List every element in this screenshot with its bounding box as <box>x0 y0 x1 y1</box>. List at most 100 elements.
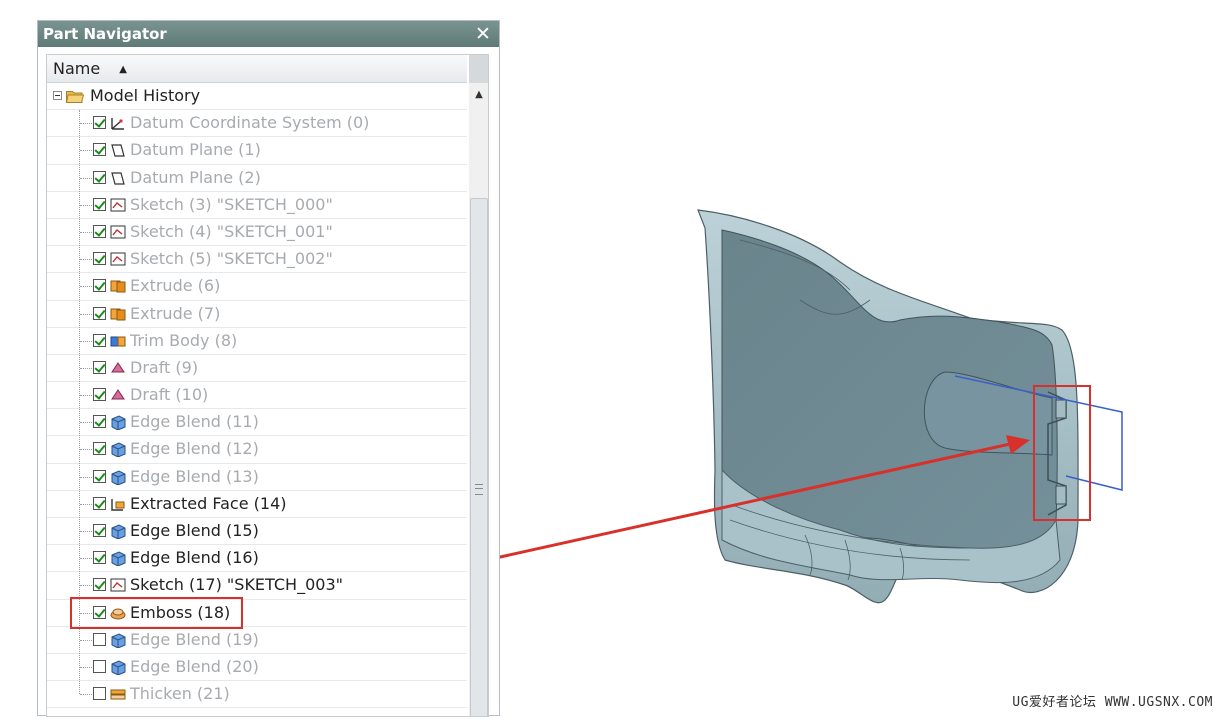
checkbox-checked-icon[interactable] <box>93 388 106 402</box>
tree-connector-line <box>80 340 94 342</box>
emboss-highlight-box <box>70 597 243 629</box>
tree-node-label: Extrude (7) <box>130 303 221 323</box>
tree-node-feature[interactable]: Extrude (7) <box>47 301 467 328</box>
edge-blend-icon <box>111 415 126 431</box>
tree-node-feature[interactable]: Edge Blend (16) <box>47 545 467 573</box>
watermark-text: UG爱好者论坛 WWW.UGSNX.COM <box>1012 695 1213 710</box>
checkbox-checked-icon[interactable] <box>93 469 106 483</box>
grip-icon <box>475 484 483 495</box>
tree-node-label: Edge Blend (13) <box>130 466 259 486</box>
tree-connector-line <box>80 313 94 315</box>
scrollbar-header-cap <box>469 55 488 83</box>
tree-node-label: Extracted Face (14) <box>130 493 287 513</box>
collapse-icon[interactable] <box>53 91 62 100</box>
emboss-notch-bottom <box>1055 485 1067 505</box>
checkbox-checked-icon[interactable] <box>93 197 106 211</box>
checkbox-checked-icon[interactable] <box>93 496 106 510</box>
edge-blend-icon <box>111 470 126 485</box>
tree-node-feature[interactable]: Datum Coordinate System (0) <box>47 110 467 138</box>
panel-title-bar[interactable]: Part Navigator ✕ <box>38 21 499 47</box>
tree-node-model-history[interactable]: Model History <box>47 83 467 111</box>
tree-node-label: Sketch (3) "SKETCH_000" <box>130 194 333 214</box>
tree-node-feature[interactable]: Edge Blend (13) <box>47 464 467 491</box>
checkbox-checked-icon[interactable] <box>93 551 106 565</box>
edge-blend-icon <box>111 633 126 648</box>
datum-plane-icon <box>111 171 125 185</box>
tree-connector-line <box>80 204 94 206</box>
tree-node-label: Edge Blend (20) <box>130 656 259 676</box>
column-header-name[interactable]: Name ▲ <box>47 55 467 83</box>
tree-connector-line <box>80 286 94 288</box>
scrollbar-thumb[interactable] <box>470 198 488 716</box>
checkbox-checked-icon[interactable] <box>93 279 106 293</box>
tree-node-label: Edge Blend (15) <box>130 521 259 540</box>
tree-node-feature[interactable]: Draft (9) <box>47 355 467 383</box>
model-render[interactable] <box>242 0 1221 716</box>
tree-node-feature[interactable]: Edge Blend (20) <box>47 654 467 682</box>
checkbox-checked-icon[interactable] <box>93 116 106 130</box>
checkbox-checked-icon[interactable] <box>93 224 106 238</box>
tree-node-label: Edge Blend (12) <box>130 439 259 459</box>
tree-connector-line <box>80 259 94 261</box>
sketch-icon <box>110 225 126 239</box>
tree-connector-line <box>80 395 94 397</box>
extrude-icon <box>110 308 126 320</box>
tree-node-label: Draft (10) <box>130 385 209 405</box>
sort-ascending-icon[interactable]: ▲ <box>119 64 127 75</box>
datum-plane-icon <box>111 144 125 157</box>
checkbox-checked-icon[interactable] <box>93 333 106 347</box>
checkbox-checked-icon[interactable] <box>93 442 106 456</box>
tree-node-feature[interactable]: Sketch (4) "SKETCH_001" <box>47 219 467 247</box>
tree-node-label: Model History <box>90 86 201 105</box>
checkbox-checked-icon[interactable] <box>93 143 106 157</box>
checkbox-unchecked-icon[interactable] <box>93 687 106 701</box>
draft-icon <box>111 389 125 400</box>
tree-connector-line <box>80 123 94 125</box>
tree-node-feature[interactable]: Draft (10) <box>47 382 467 410</box>
checkbox-checked-icon[interactable] <box>93 415 106 429</box>
tree-node-feature[interactable]: Datum Plane (2) <box>47 165 467 192</box>
checkbox-unchecked-icon[interactable] <box>93 659 106 673</box>
tree-node-feature[interactable]: Edge Blend (19) <box>47 627 467 654</box>
graphics-viewport[interactable]: UG爱好者论坛 WWW.UGSNX.COM <box>242 0 1221 716</box>
tree-connector-line <box>80 367 94 369</box>
scroll-up-icon[interactable]: ▲ <box>469 85 488 105</box>
tree-connector-line <box>80 150 94 152</box>
draft-icon <box>111 361 125 373</box>
checkbox-checked-icon[interactable] <box>93 360 106 374</box>
sketch-icon <box>110 252 126 266</box>
tree-connector-line <box>80 666 94 668</box>
vertical-scrollbar[interactable]: ▲ <box>469 55 488 716</box>
tree-node-feature[interactable]: Edge Blend (12) <box>47 436 467 464</box>
tree-connector-line <box>80 449 94 451</box>
checkbox-checked-icon[interactable] <box>93 578 106 592</box>
tree-node-feature[interactable]: Sketch (3) "SKETCH_000" <box>47 192 467 219</box>
tree-connector-line <box>80 558 94 560</box>
edge-blend-icon <box>111 551 126 567</box>
tree-connector-line <box>80 503 94 505</box>
datum-csys-icon <box>111 118 124 130</box>
checkbox-unchecked-icon[interactable] <box>93 632 106 646</box>
panel-title: Part Navigator <box>43 25 167 43</box>
tree-node-feature[interactable]: Sketch (17) "SKETCH_003" <box>47 572 467 600</box>
tree-node-label: Extrude (6) <box>130 276 221 296</box>
tree-node-feature[interactable]: Edge Blend (15) <box>47 518 467 546</box>
tree-node-feature[interactable]: Extracted Face (14) <box>47 491 467 518</box>
close-icon[interactable]: ✕ <box>473 21 493 47</box>
tree-node-feature[interactable]: Sketch (5) "SKETCH_002" <box>47 246 467 274</box>
tree-node-feature[interactable]: Thicken (21) <box>47 681 467 709</box>
tree-node-feature[interactable]: Datum Plane (1) <box>47 137 467 165</box>
checkbox-checked-icon[interactable] <box>93 252 106 266</box>
tree-node-label: Trim Body (8) <box>130 330 238 350</box>
tree-connector-line <box>80 231 94 233</box>
tree-connector-line <box>80 177 94 179</box>
checkbox-checked-icon[interactable] <box>93 306 106 320</box>
checkbox-checked-icon[interactable] <box>93 170 106 184</box>
tree-node-feature[interactable]: Extrude (6) <box>47 273 467 301</box>
checkbox-checked-icon[interactable] <box>93 524 106 537</box>
tree-node-label: Sketch (17) "SKETCH_003" <box>130 575 343 595</box>
tree-node-feature[interactable]: Trim Body (8) <box>47 328 467 355</box>
tree-node-feature[interactable]: Edge Blend (11) <box>47 409 467 437</box>
sketch-icon <box>110 198 126 212</box>
tree-node-label: Thicken (21) <box>130 684 230 704</box>
